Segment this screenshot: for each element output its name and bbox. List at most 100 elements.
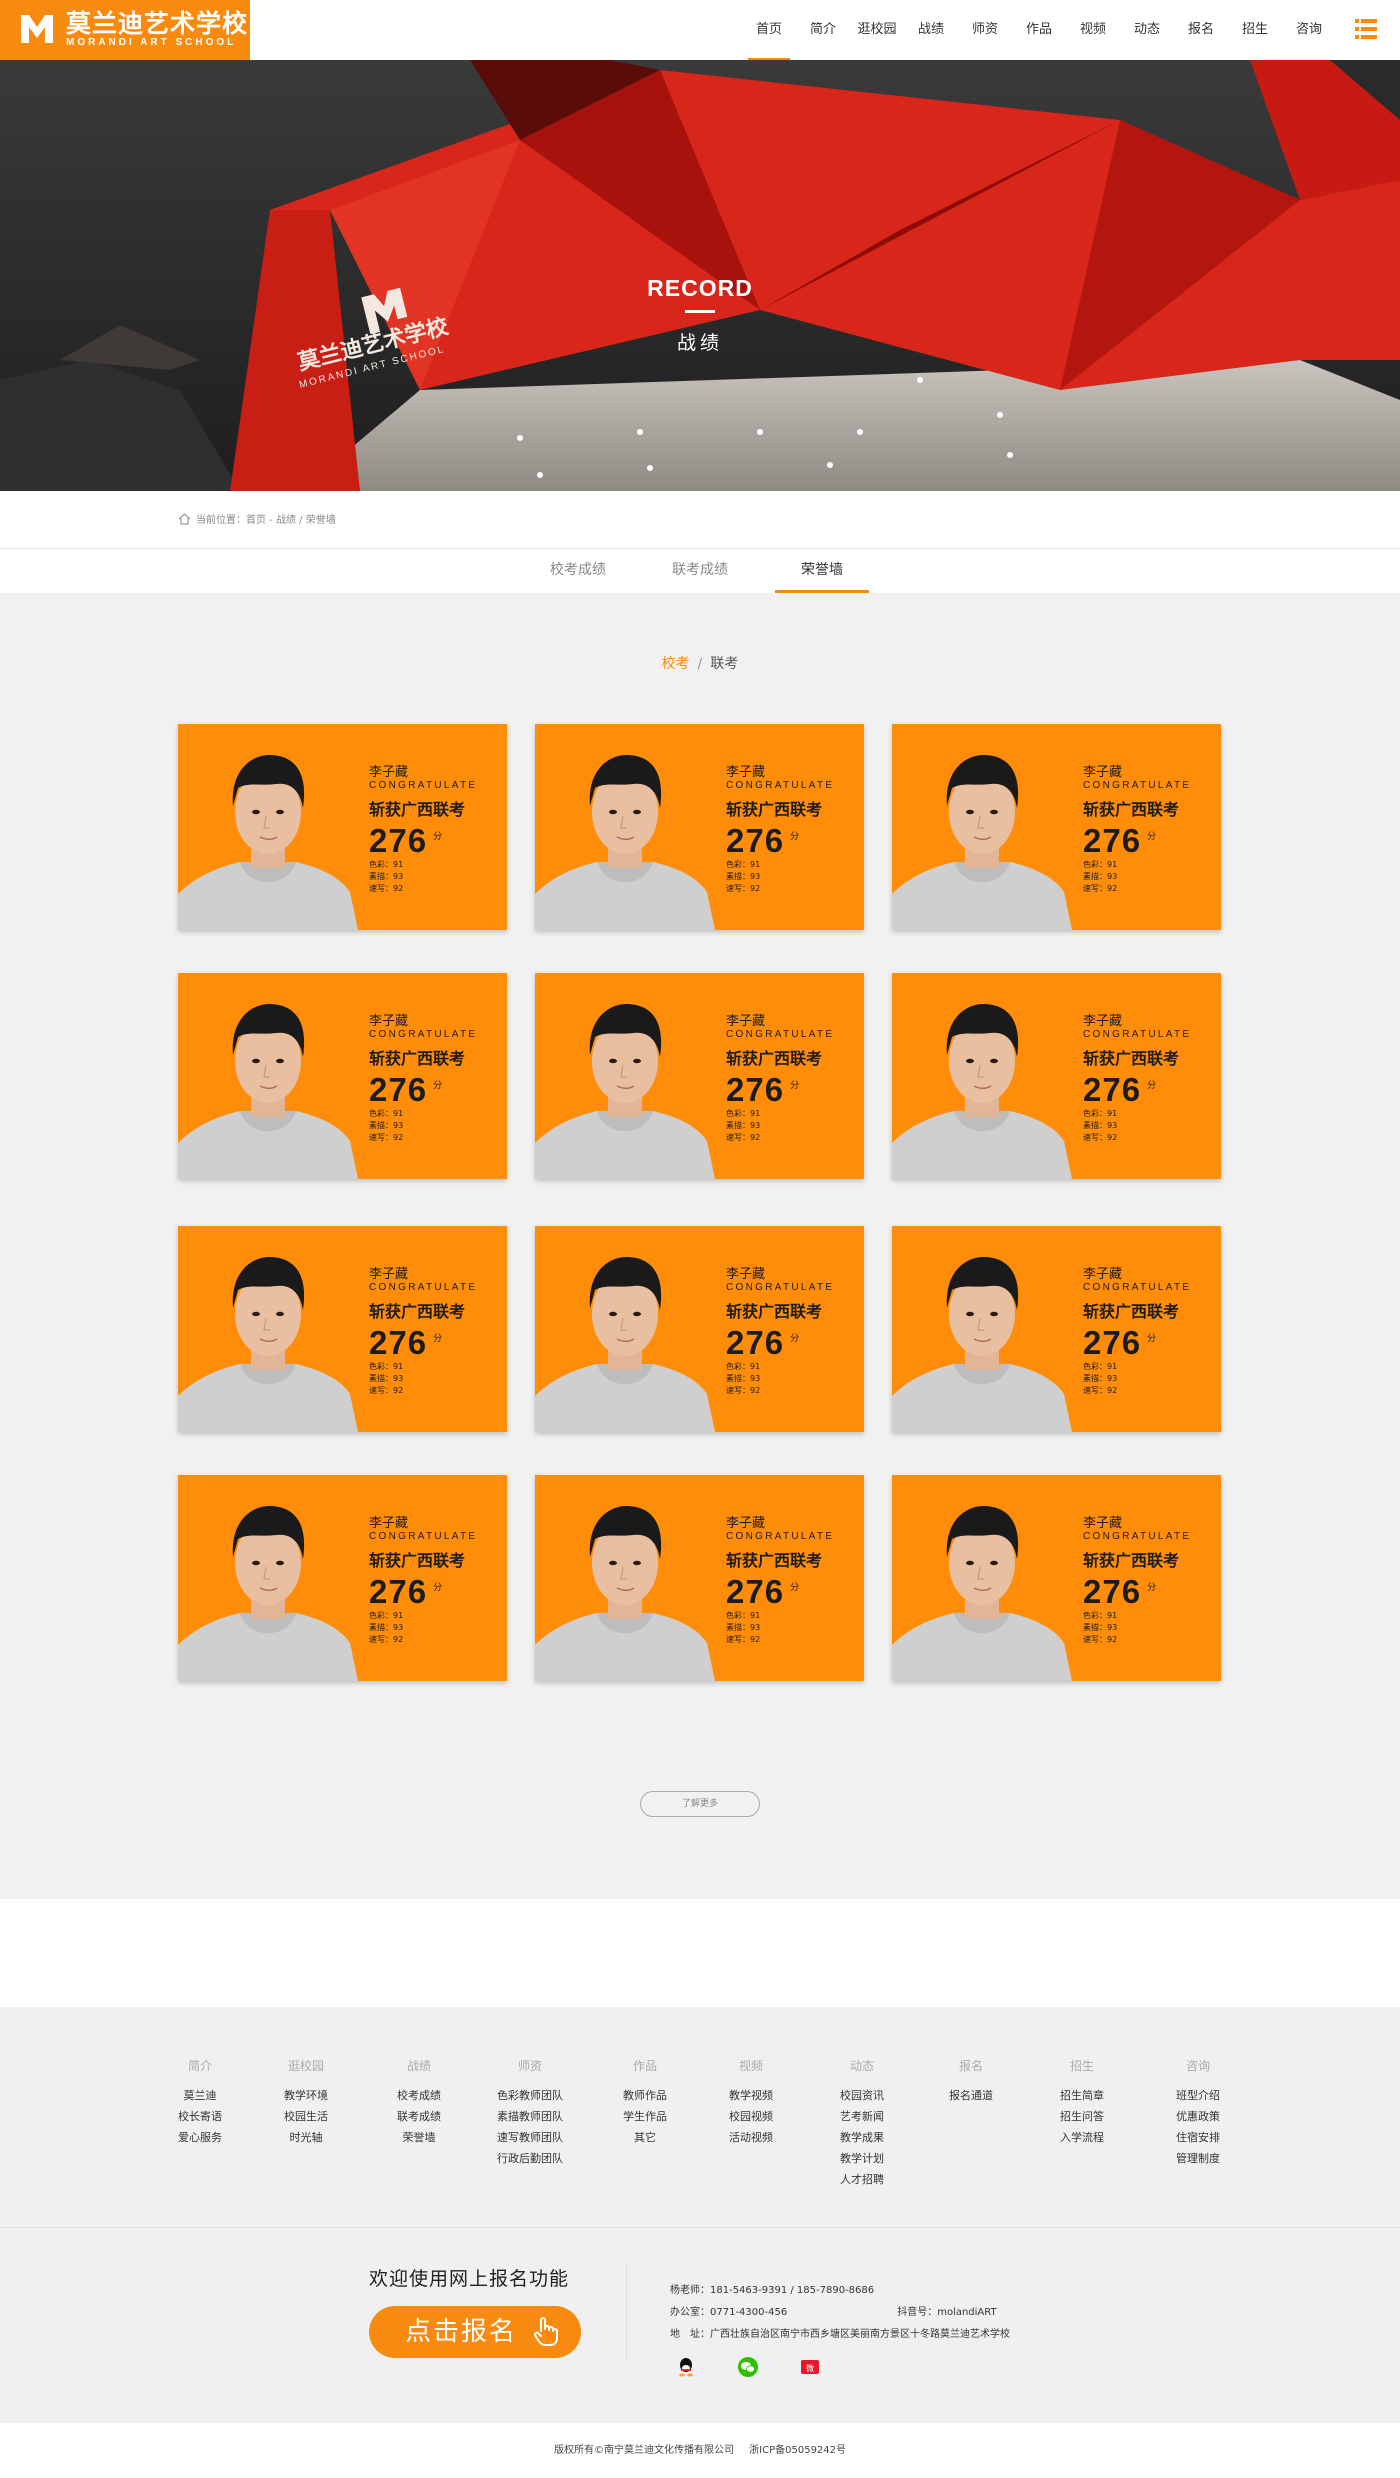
footer-link[interactable]: 教学计划 [802, 2148, 922, 2169]
honor-card[interactable]: 李子藏 CONGRATULATE 斩获广西联考 276 分 色彩：91 素描：93… [535, 973, 864, 1179]
score-line: 276 分 [1083, 1574, 1218, 1610]
footer-column-title[interactable]: 逛校园 [246, 2059, 366, 2073]
student-name: 李子藏 [369, 1267, 409, 1282]
footer-link[interactable]: 优惠政策 [1138, 2106, 1258, 2127]
total-score: 276 [726, 1324, 785, 1361]
office-phone: 办公室：0771-4300-456 [670, 2307, 788, 2318]
footer-link[interactable]: 报名通道 [911, 2085, 1031, 2106]
honor-card[interactable]: 李子藏 CONGRATULATE 斩获广西联考 276 分 色彩：91 素描：93… [178, 973, 507, 1179]
wechat-icon[interactable] [737, 2356, 759, 2378]
filter-joint-exam[interactable]: 联考 [710, 656, 738, 672]
award-headline: 斩获广西联考 [1083, 1302, 1180, 1321]
nav-item-video[interactable]: 视频 [1066, 0, 1120, 60]
online-signup-button[interactable]: 点击报名 [369, 2306, 581, 2358]
score-line: 276 分 [369, 823, 504, 859]
footer-link[interactable]: 班型介绍 [1138, 2085, 1258, 2106]
nav-item-news[interactable]: 动态 [1120, 0, 1174, 60]
footer-link[interactable]: 教学环境 [246, 2085, 366, 2106]
footer-link[interactable]: 校园视频 [691, 2106, 811, 2127]
footer-link[interactable]: 艺考新闻 [802, 2106, 922, 2127]
breadcrumb-text[interactable]: 当前位置：首页 - 战绩 / 荣誉墙 [196, 511, 336, 526]
footer-link[interactable]: 校长寄语 [140, 2106, 260, 2127]
filter-school-exam[interactable]: 校考 [662, 656, 690, 672]
footer-column-title[interactable]: 师资 [470, 2059, 590, 2073]
learn-more-button[interactable]: 了解更多 [640, 1791, 760, 1817]
footer-link[interactable]: 管理制度 [1138, 2148, 1258, 2169]
score-line: 276 分 [1083, 823, 1218, 859]
hand-pointer-icon [534, 2317, 558, 2346]
logo[interactable]: 莫兰迪艺术学校 MORANDI ART SCHOOL [0, 0, 250, 60]
nav-item-works[interactable]: 作品 [1012, 0, 1066, 60]
footer-link[interactable]: 素描教师团队 [470, 2106, 590, 2127]
honor-card[interactable]: 李子藏 CONGRATULATE 斩获广西联考 276 分 色彩：91 素描：93… [178, 1226, 507, 1432]
honor-card[interactable]: 李子藏 CONGRATULATE 斩获广西联考 276 分 色彩：91 素描：93… [892, 973, 1221, 1179]
tab-honor-wall[interactable]: 荣誉墙 [761, 550, 883, 593]
footer-link[interactable]: 校园资讯 [802, 2085, 922, 2106]
subject-score: 素描：93 [369, 872, 404, 881]
footer-column-title[interactable]: 动态 [802, 2059, 922, 2073]
honor-card-info: 李子藏 CONGRATULATE 斩获广西联考 276 分 色彩：91 素描：93… [369, 1517, 504, 1646]
total-score: 276 [369, 1573, 428, 1610]
footer-link[interactable]: 联考成绩 [359, 2106, 479, 2127]
nav-item-campus[interactable]: 逛校园 [850, 0, 904, 60]
nav-item-home[interactable]: 首页 [742, 0, 796, 60]
honor-card[interactable]: 李子藏 CONGRATULATE 斩获广西联考 276 分 色彩：91 素描：93… [178, 1475, 507, 1681]
footer-link[interactable]: 时光轴 [246, 2127, 366, 2148]
award-headline: 斩获广西联考 [369, 1049, 466, 1068]
footer-link[interactable]: 行政后勤团队 [470, 2148, 590, 2169]
footer-link[interactable]: 其它 [585, 2127, 705, 2148]
tab-joint-exam[interactable]: 联考成绩 [639, 550, 761, 593]
student-name: 李子藏 [369, 765, 409, 780]
signup-button-label: 点击报名 [405, 2317, 518, 2347]
footer-column-title[interactable]: 战绩 [359, 2059, 479, 2073]
footer-link[interactable]: 速写教师团队 [470, 2127, 590, 2148]
signup-welcome-text: 欢迎使用网上报名功能 [369, 2268, 570, 2290]
footer-column-title[interactable]: 咨询 [1138, 2059, 1258, 2073]
footer-link[interactable]: 荣誉墙 [359, 2127, 479, 2148]
nav-item-about[interactable]: 简介 [796, 0, 850, 60]
footer-link[interactable]: 住宿安排 [1138, 2127, 1258, 2148]
footer-column-title[interactable]: 报名 [911, 2059, 1031, 2073]
tab-school-exam[interactable]: 校考成绩 [517, 550, 639, 593]
footer-link[interactable]: 教学成果 [802, 2127, 922, 2148]
total-score: 276 [369, 822, 428, 859]
nav-item-teachers[interactable]: 师资 [958, 0, 1012, 60]
nav-item-admission[interactable]: 招生 [1228, 0, 1282, 60]
subject-score: 色彩：91 [726, 1362, 761, 1371]
honor-card[interactable]: 李子藏 CONGRATULATE 斩获广西联考 276 分 色彩：91 素描：93… [892, 724, 1221, 930]
honor-card[interactable]: 李子藏 CONGRATULATE 斩获广西联考 276 分 色彩：91 素描：93… [178, 724, 507, 930]
footer-link[interactable]: 学生作品 [585, 2106, 705, 2127]
weibo-icon[interactable]: 微 [799, 2356, 821, 2378]
footer-link[interactable]: 校园生活 [246, 2106, 366, 2127]
honor-card[interactable]: 李子藏 CONGRATULATE 斩获广西联考 276 分 色彩：91 素描：93… [535, 724, 864, 930]
footer-link[interactable]: 教学视频 [691, 2085, 811, 2106]
award-headline: 斩获广西联考 [726, 1302, 823, 1321]
nav-item-signup[interactable]: 报名 [1174, 0, 1228, 60]
congratulate-label: CONGRATULATE [1083, 1531, 1192, 1542]
contact-info: 杨老师：181-5463-9391 / 185-7890-8686 办公室：07… [670, 2280, 1010, 2346]
footer-link[interactable]: 教师作品 [585, 2085, 705, 2106]
footer-column-title[interactable]: 作品 [585, 2059, 705, 2073]
footer-link[interactable]: 活动视频 [691, 2127, 811, 2148]
footer-link[interactable]: 校考成绩 [359, 2085, 479, 2106]
qq-icon[interactable] [675, 2356, 697, 2378]
icp-number[interactable]: 浙ICP备05059242号 [749, 2445, 846, 2456]
footer-link[interactable]: 人才招聘 [802, 2169, 922, 2190]
footer-column-title[interactable]: 简介 [140, 2059, 260, 2073]
footer-link[interactable]: 入学流程 [1022, 2127, 1142, 2148]
nav-item-consult[interactable]: 咨询 [1282, 0, 1336, 60]
footer-link[interactable]: 色彩教师团队 [470, 2085, 590, 2106]
menu-list-icon[interactable] [1355, 19, 1377, 39]
honor-card[interactable]: 李子藏 CONGRATULATE 斩获广西联考 276 分 色彩：91 素描：93… [535, 1475, 864, 1681]
footer-link[interactable]: 招生问答 [1022, 2106, 1142, 2127]
footer-column-title[interactable]: 招生 [1022, 2059, 1142, 2073]
footer-link[interactable]: 莫兰迪 [140, 2085, 260, 2106]
footer-link[interactable]: 招生简章 [1022, 2085, 1142, 2106]
nav-item-record[interactable]: 战绩 [904, 0, 958, 60]
logo-text: 莫兰迪艺术学校 MORANDI ART SCHOOL [66, 11, 248, 49]
footer-column-title[interactable]: 视频 [691, 2059, 811, 2073]
honor-card[interactable]: 李子藏 CONGRATULATE 斩获广西联考 276 分 色彩：91 素描：93… [892, 1475, 1221, 1681]
honor-card[interactable]: 李子藏 CONGRATULATE 斩获广西联考 276 分 色彩：91 素描：93… [535, 1226, 864, 1432]
footer-link[interactable]: 爱心服务 [140, 2127, 260, 2148]
honor-card[interactable]: 李子藏 CONGRATULATE 斩获广西联考 276 分 色彩：91 素描：93… [892, 1226, 1221, 1432]
